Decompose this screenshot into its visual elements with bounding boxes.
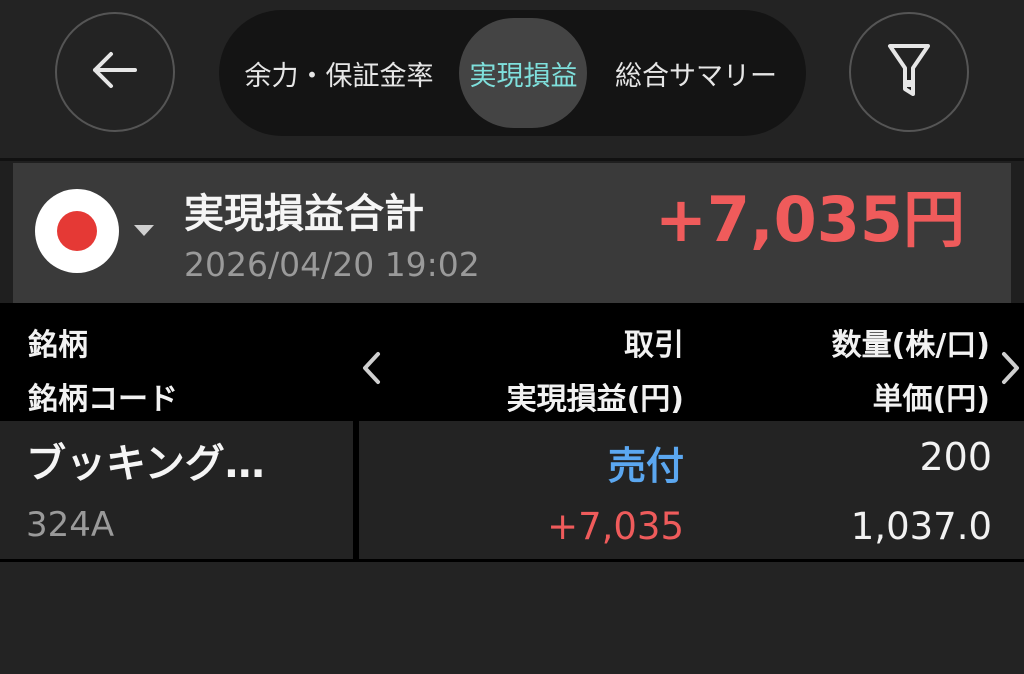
- tab-margin-rate[interactable]: 余力・保証金率: [219, 10, 459, 136]
- col-header-price: 単価(円): [872, 382, 990, 417]
- chevron-right-icon[interactable]: [1000, 351, 1022, 389]
- summary-total: +7,035円: [654, 183, 965, 256]
- realized-pnl: +7,035: [547, 505, 684, 548]
- row-detail-cell[interactable]: 売付 +7,035 200 1,037.0: [359, 421, 1024, 559]
- filter-icon: [887, 42, 931, 102]
- segmented-tabs: 余力・保証金率 実現損益 総合サマリー: [219, 10, 806, 136]
- trade-type: 売付: [607, 444, 684, 488]
- header-bar: 余力・保証金率 実現損益 総合サマリー: [0, 0, 1024, 158]
- back-button[interactable]: [55, 12, 175, 132]
- row-name-cell[interactable]: ブッキング… 324A: [0, 421, 353, 559]
- col-header-code: 銘柄コード: [28, 382, 178, 417]
- stock-code: 324A: [26, 505, 115, 545]
- chevron-down-icon[interactable]: [134, 225, 154, 236]
- flag-circle: [57, 211, 97, 251]
- filter-button[interactable]: [849, 12, 969, 132]
- summary-card: 実現損益合計 2026/04/20 19:02 +7,035円: [13, 163, 1011, 303]
- arrow-left-icon: [91, 50, 139, 94]
- summary-title: 実現損益合計: [184, 191, 424, 237]
- col-header-name: 銘柄: [28, 328, 88, 363]
- quantity: 200: [919, 435, 992, 479]
- col-header-trade: 取引: [624, 328, 684, 363]
- empty-area: [0, 562, 1024, 674]
- stock-name: ブッキング…: [26, 441, 265, 487]
- col-header-quantity: 数量(株/口): [831, 328, 990, 363]
- tab-realized-pnl[interactable]: 実現損益: [460, 10, 587, 136]
- chevron-left-icon[interactable]: [360, 351, 382, 389]
- tab-summary[interactable]: 総合サマリー: [589, 10, 803, 136]
- column-header: 銘柄 銘柄コード 取引 実現損益(円) 数量(株/口) 単価(円): [0, 303, 1024, 421]
- col-header-pnl: 実現損益(円): [506, 382, 684, 417]
- table-row[interactable]: ブッキング… 324A 売付 +7,035 200 1,037.0: [0, 421, 1024, 559]
- summary-datetime: 2026/04/20 19:02: [184, 245, 480, 284]
- unit-price: 1,037.0: [850, 505, 992, 548]
- japan-flag-icon[interactable]: [35, 189, 119, 273]
- header-divider: [0, 158, 1024, 161]
